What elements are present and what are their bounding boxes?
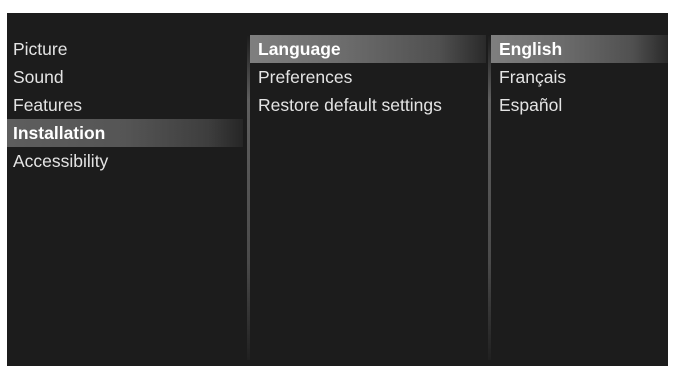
- option-espanol[interactable]: Español: [491, 91, 668, 119]
- submenu-list: Language Preferences Restore default set…: [250, 35, 486, 119]
- menu-item-features[interactable]: Features: [7, 91, 243, 119]
- menu-item-accessibility[interactable]: Accessibility: [7, 147, 243, 175]
- language-options-list: English Français Español: [491, 35, 668, 119]
- options-column: English Français Español: [491, 13, 668, 366]
- main-menu-column: Picture Sound Features Installation Acce…: [7, 13, 243, 366]
- option-english[interactable]: English: [491, 35, 668, 63]
- submenu-item-preferences[interactable]: Preferences: [250, 63, 486, 91]
- menu-item-sound[interactable]: Sound: [7, 63, 243, 91]
- main-menu-list: Picture Sound Features Installation Acce…: [7, 35, 243, 175]
- submenu-item-restore-defaults[interactable]: Restore default settings: [250, 91, 486, 119]
- submenu-item-language[interactable]: Language: [250, 35, 486, 63]
- submenu-column: Language Preferences Restore default set…: [250, 13, 486, 366]
- menu-item-picture[interactable]: Picture: [7, 35, 243, 63]
- option-francais[interactable]: Français: [491, 63, 668, 91]
- menu-item-installation[interactable]: Installation: [7, 119, 243, 147]
- tv-settings-menu: Picture Sound Features Installation Acce…: [7, 13, 668, 366]
